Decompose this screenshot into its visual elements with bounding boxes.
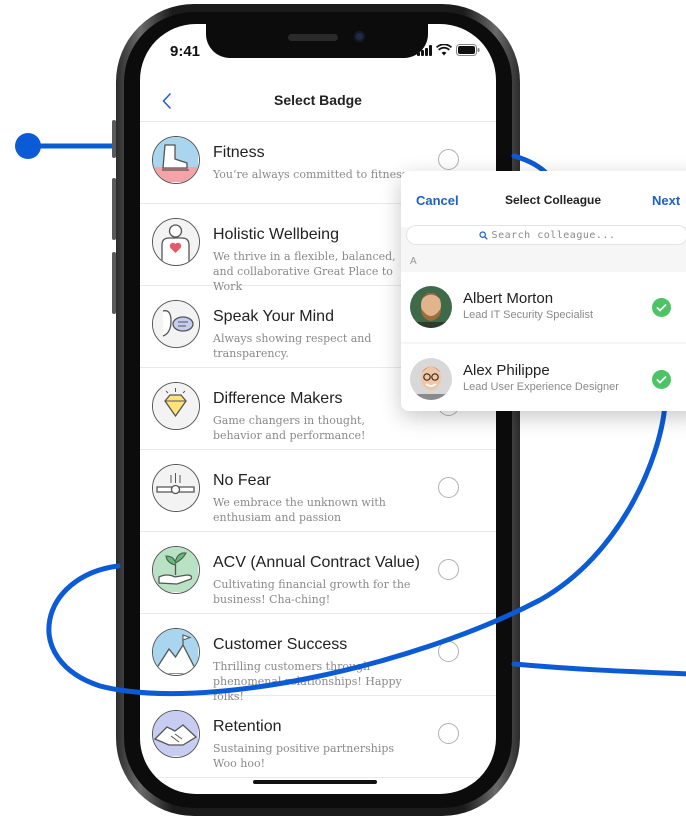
- selected-check[interactable]: [652, 370, 671, 389]
- badge-name: No Fear: [213, 472, 271, 489]
- badge-name: Retention: [213, 718, 282, 735]
- speech-bubble-icon: [152, 300, 200, 348]
- badge-row-customer-success[interactable]: Customer Success Thrilling customers thr…: [140, 614, 496, 703]
- badge-name: Customer Success: [213, 636, 348, 653]
- handshake-icon: [152, 710, 200, 758]
- diamond-icon: [152, 382, 200, 430]
- heart-body-icon: [152, 218, 200, 266]
- badge-radio[interactable]: [438, 559, 459, 580]
- badge-name: Speak Your Mind: [213, 308, 334, 325]
- plant-hand-icon: [152, 546, 200, 594]
- colleague-role: Lead User Experience Designer: [463, 381, 619, 393]
- badge-radio[interactable]: [438, 477, 459, 498]
- badge-radio[interactable]: [438, 149, 459, 170]
- page-title: Select Badge: [274, 92, 362, 108]
- speaker-grille: [288, 34, 338, 41]
- colleague-row-alex-philippe[interactable]: Alex Philippe Lead User Experience Desig…: [401, 344, 686, 411]
- colleague-picker-header: Cancel Select Colleague Next: [401, 171, 686, 227]
- badge-radio[interactable]: [438, 723, 459, 744]
- cancel-button[interactable]: Cancel: [416, 193, 459, 208]
- badge-description: Sustaining positive partnerships Woo hoo…: [213, 742, 395, 770]
- badge-name: Fitness: [213, 144, 265, 161]
- colleague-picker-title: Select Colleague: [505, 193, 602, 207]
- signal-icon: [417, 44, 432, 56]
- selected-check[interactable]: [652, 298, 671, 317]
- badge-description: Game changers in thought, behavior and p…: [213, 414, 366, 442]
- phone-volume-down: [112, 252, 116, 314]
- phone-volume-up: [112, 178, 116, 240]
- badge-description: Always showing respect and transparency.: [213, 332, 372, 360]
- front-camera: [354, 31, 365, 42]
- home-indicator[interactable]: [253, 780, 377, 784]
- avatar: [410, 286, 452, 328]
- checkmark-icon: [656, 303, 667, 312]
- colleague-role: Lead IT Security Specialist: [463, 309, 594, 321]
- colleague-name: Albert Morton: [463, 290, 554, 307]
- phone-notch: [206, 24, 428, 58]
- wifi-icon: [436, 44, 452, 56]
- colleague-picker-card: Cancel Select Colleague Next Search coll…: [401, 171, 686, 411]
- battery-icon: [456, 44, 480, 56]
- skydiver-icon: [152, 464, 200, 512]
- badge-radio[interactable]: [438, 641, 459, 662]
- colleague-row-albert-morton[interactable]: Albert Morton Lead IT Security Specialis…: [401, 272, 686, 342]
- status-icons: [417, 43, 480, 57]
- status-time: 9:41: [170, 43, 201, 60]
- section-header-letter: A: [410, 256, 417, 267]
- badge-name: ACV (Annual Contract Value): [213, 554, 420, 571]
- badge-description: You’re always committed to fitness: [213, 168, 408, 181]
- badge-name: Difference Makers: [213, 390, 343, 407]
- colleague-name: Alex Philippe: [463, 362, 550, 379]
- badge-name: Holistic Wellbeing: [213, 226, 339, 243]
- sneaker-icon: [152, 136, 200, 184]
- avatar: [410, 358, 452, 400]
- search-input[interactable]: Search colleague...: [406, 225, 686, 245]
- badge-row-retention[interactable]: Retention Sustaining positive partnershi…: [140, 696, 496, 778]
- phone-side-button: [112, 120, 116, 158]
- search-icon: [478, 230, 488, 240]
- badge-description: Cultivating financial growth for the bus…: [213, 578, 411, 606]
- search-placeholder: Search colleague...: [491, 229, 616, 241]
- next-button[interactable]: Next: [652, 193, 680, 208]
- badge-row-no-fear[interactable]: No Fear We embrace the unknown with enth…: [140, 450, 496, 532]
- badge-description: We embrace the unknown with enthusiam an…: [213, 496, 386, 524]
- mountain-flag-icon: [152, 628, 200, 676]
- badge-row-acv[interactable]: ACV (Annual Contract Value) Cultivating …: [140, 532, 496, 614]
- checkmark-icon: [656, 375, 667, 384]
